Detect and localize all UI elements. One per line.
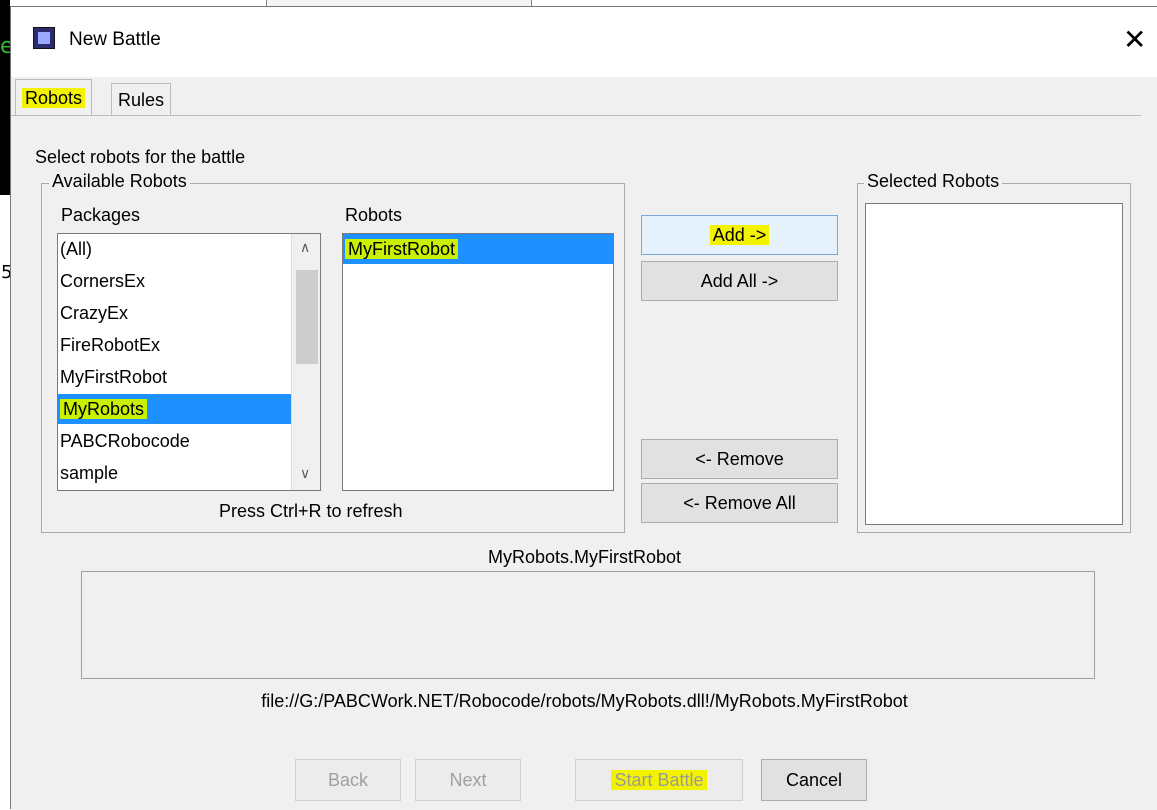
packages-label: Packages [61,205,141,225]
remove-button[interactable]: <- Remove [641,439,838,479]
tab-rules[interactable]: Rules [111,83,172,116]
available-robots-legend: Available Robots [49,171,190,192]
add-button[interactable]: Add -> [641,215,838,255]
new-battle-dialog: New Battle ✕ Robots Rules Select robots … [10,6,1157,810]
cancel-button[interactable]: Cancel [761,759,867,801]
title-bar[interactable]: New Battle ✕ [11,7,1157,77]
background-text-fragment: e [0,34,10,59]
robots-list[interactable]: MyFirstRobot [342,233,614,491]
refresh-hint: Press Ctrl+R to refresh [219,501,403,521]
list-item-selected[interactable]: MyRobots [58,394,291,424]
remove-all-button[interactable]: <- Remove All [641,483,838,523]
robocode-app-icon [33,27,55,49]
background-window-fragment [0,0,10,195]
list-item[interactable]: CornersEx [60,266,145,296]
scrollbar-thumb[interactable] [296,270,318,364]
packages-list[interactable]: (All) CornersEx CrazyEx FireRobotEx MyFi… [57,233,321,491]
tab-robots[interactable]: Robots [15,79,93,116]
add-button-label: Add -> [709,225,770,245]
selected-robot-label: MyFirstRobot [345,239,459,259]
dialog-body: Robots Rules Select robots for the battl… [11,77,1157,810]
start-battle-button[interactable]: Start Battle [575,759,743,801]
list-item[interactable]: (All) [60,234,92,264]
tab-rules-label: Rules [118,90,165,110]
close-icon[interactable]: ✕ [1123,23,1146,56]
add-all-button[interactable]: Add All -> [641,261,838,301]
window-title: New Battle [69,29,161,50]
selected-package-label: MyRobots [60,399,148,419]
selected-robots-legend: Selected Robots [864,171,1003,192]
next-button[interactable]: Next [415,759,521,801]
back-button[interactable]: Back [295,759,401,801]
list-item[interactable]: CrazyEx [60,298,128,328]
robot-file-path: file://G:/PABCWork.NET/Robocode/robots/M… [261,691,908,711]
list-item[interactable]: PABCRobocode [60,426,190,456]
robot-description-box [81,571,1095,679]
current-robot-name: MyRobots.MyFirstRobot [487,547,682,567]
instruction-text: Select robots for the battle [35,147,246,167]
list-item[interactable]: sample [60,458,118,488]
scroll-down-icon[interactable]: ∨ [300,466,310,482]
tab-divider [11,115,1141,116]
list-item[interactable]: FireRobotEx [60,330,160,360]
tab-robots-label: Robots [22,88,86,108]
selected-robots-list[interactable] [865,203,1123,525]
robots-label: Robots [345,205,403,225]
start-battle-label: Start Battle [611,770,707,790]
packages-scrollbar[interactable]: ∧ ∨ [291,234,320,490]
list-item[interactable]: MyFirstRobot [60,362,167,392]
scroll-up-icon[interactable]: ∧ [300,240,310,256]
list-item-selected[interactable]: MyFirstRobot [343,234,613,264]
